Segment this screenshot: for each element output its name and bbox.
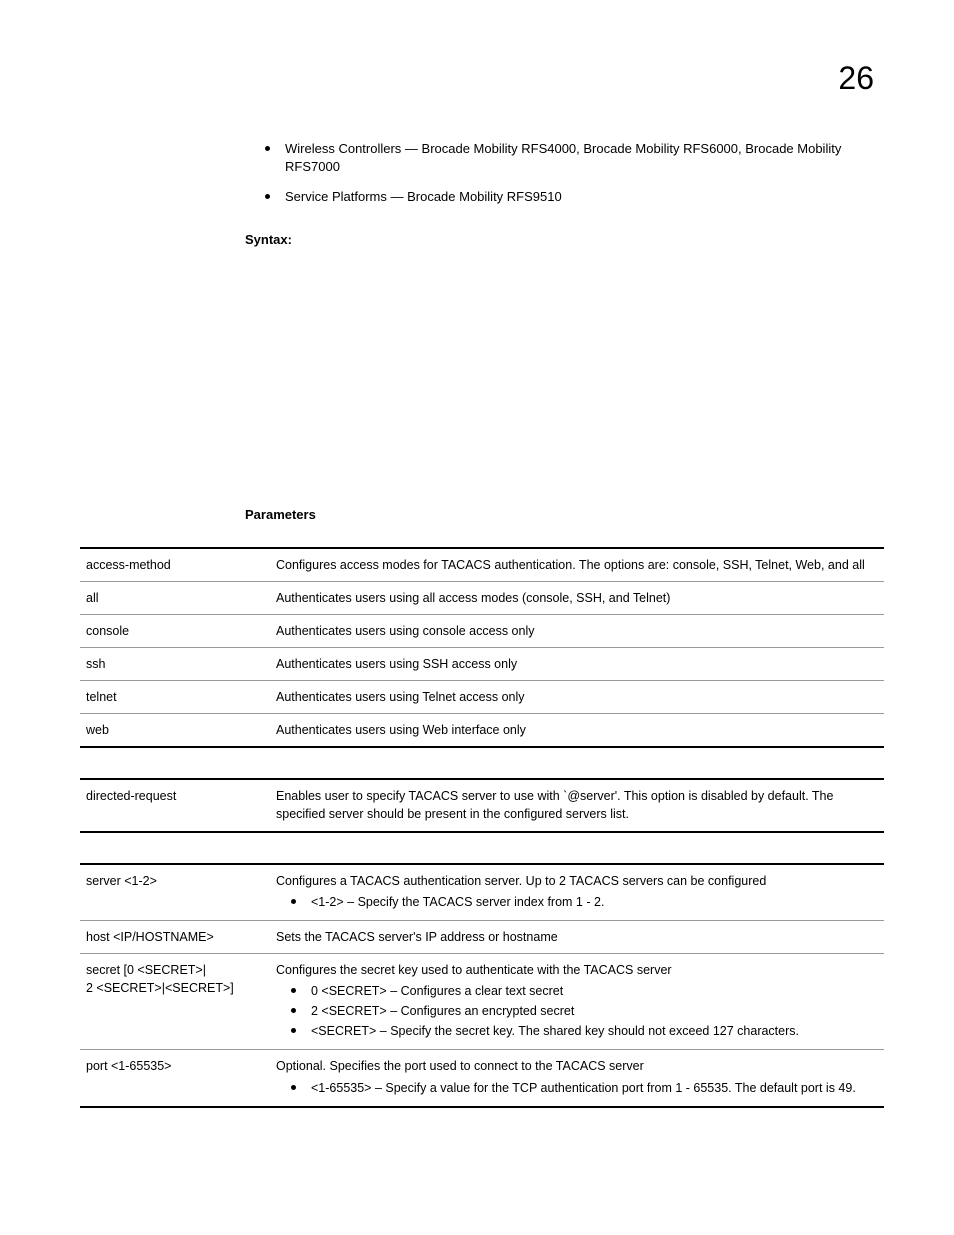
bullet-text: <1-65535> – Specify a value for the TCP …: [311, 1079, 878, 1097]
param-name: secret [0 <SECRET>| 2 <SECRET>|<SECRET>]: [80, 953, 270, 1050]
param-name: web: [80, 714, 270, 748]
param-name: port <1-65535>: [80, 1050, 270, 1107]
parameters-table-2: directed-request Enables user to specify…: [80, 778, 884, 832]
param-name: access-method: [80, 548, 270, 582]
desc-text: Configures a TACACS authentication serve…: [276, 874, 766, 888]
param-desc: Enables user to specify TACACS server to…: [270, 779, 884, 831]
bullet-icon: [265, 146, 270, 151]
desc-text: Configures the secret key used to authen…: [276, 963, 672, 977]
list-item: 2 <SECRET> – Configures an encrypted sec…: [276, 1002, 878, 1020]
bullet-icon: [291, 988, 296, 993]
param-desc: Authenticates users using Web interface …: [270, 714, 884, 748]
table-row: host <IP/HOSTNAME> Sets the TACACS serve…: [80, 920, 884, 953]
param-desc: Authenticates users using console access…: [270, 614, 884, 647]
list-item: Wireless Controllers — Brocade Mobility …: [265, 140, 884, 176]
bullet-text: Wireless Controllers — Brocade Mobility …: [285, 140, 884, 176]
bullet-icon: [291, 899, 296, 904]
list-item: <1-65535> – Specify a value for the TCP …: [276, 1079, 878, 1097]
param-name: console: [80, 614, 270, 647]
param-desc: Configures access modes for TACACS authe…: [270, 548, 884, 582]
table-row: server <1-2> Configures a TACACS authent…: [80, 864, 884, 921]
table-row: all Authenticates users using all access…: [80, 581, 884, 614]
bullet-text: <SECRET> – Specify the secret key. The s…: [311, 1022, 878, 1040]
param-name: host <IP/HOSTNAME>: [80, 920, 270, 953]
bullet-text: 2 <SECRET> – Configures an encrypted sec…: [311, 1002, 878, 1020]
parameters-table-3: server <1-2> Configures a TACACS authent…: [80, 863, 884, 1108]
table-row: port <1-65535> Optional. Specifies the p…: [80, 1050, 884, 1107]
param-desc: Authenticates users using SSH access onl…: [270, 647, 884, 680]
bullet-text: 0 <SECRET> – Configures a clear text sec…: [311, 982, 878, 1000]
param-desc: Configures the secret key used to authen…: [270, 953, 884, 1050]
table-row: ssh Authenticates users using SSH access…: [80, 647, 884, 680]
param-desc: Optional. Specifies the port used to con…: [270, 1050, 884, 1107]
syntax-heading: Syntax:: [245, 232, 884, 247]
page-content: Wireless Controllers — Brocade Mobility …: [80, 140, 884, 1108]
bullet-icon: [291, 1008, 296, 1013]
bullet-text: <1-2> – Specify the TACACS server index …: [311, 893, 878, 911]
table-row: console Authenticates users using consol…: [80, 614, 884, 647]
inner-bullet-list: <1-65535> – Specify a value for the TCP …: [276, 1079, 878, 1097]
top-bullet-list: Wireless Controllers — Brocade Mobility …: [265, 140, 884, 207]
param-desc: Configures a TACACS authentication serve…: [270, 864, 884, 921]
desc-text: Optional. Specifies the port used to con…: [276, 1059, 644, 1073]
param-desc: Sets the TACACS server's IP address or h…: [270, 920, 884, 953]
table-row: access-method Configures access modes fo…: [80, 548, 884, 582]
bullet-text: Service Platforms — Brocade Mobility RFS…: [285, 188, 884, 206]
list-item: <SECRET> – Specify the secret key. The s…: [276, 1022, 878, 1040]
table-row: web Authenticates users using Web interf…: [80, 714, 884, 748]
inner-bullet-list: <1-2> – Specify the TACACS server index …: [276, 893, 878, 911]
parameters-heading: Parameters: [245, 507, 884, 522]
table-row: secret [0 <SECRET>| 2 <SECRET>|<SECRET>]…: [80, 953, 884, 1050]
bullet-icon: [265, 194, 270, 199]
list-item: <1-2> – Specify the TACACS server index …: [276, 893, 878, 911]
param-desc: Authenticates users using all access mod…: [270, 581, 884, 614]
param-name: all: [80, 581, 270, 614]
bullet-icon: [291, 1085, 296, 1090]
param-name: directed-request: [80, 779, 270, 831]
param-name: telnet: [80, 681, 270, 714]
table-row: directed-request Enables user to specify…: [80, 779, 884, 831]
inner-bullet-list: 0 <SECRET> – Configures a clear text sec…: [276, 982, 878, 1040]
parameters-table-1: access-method Configures access modes fo…: [80, 547, 884, 749]
list-item: 0 <SECRET> – Configures a clear text sec…: [276, 982, 878, 1000]
param-desc: Authenticates users using Telnet access …: [270, 681, 884, 714]
bullet-icon: [291, 1028, 296, 1033]
param-name: server <1-2>: [80, 864, 270, 921]
table-row: telnet Authenticates users using Telnet …: [80, 681, 884, 714]
page-number: 26: [838, 60, 874, 97]
param-name: ssh: [80, 647, 270, 680]
list-item: Service Platforms — Brocade Mobility RFS…: [265, 188, 884, 206]
